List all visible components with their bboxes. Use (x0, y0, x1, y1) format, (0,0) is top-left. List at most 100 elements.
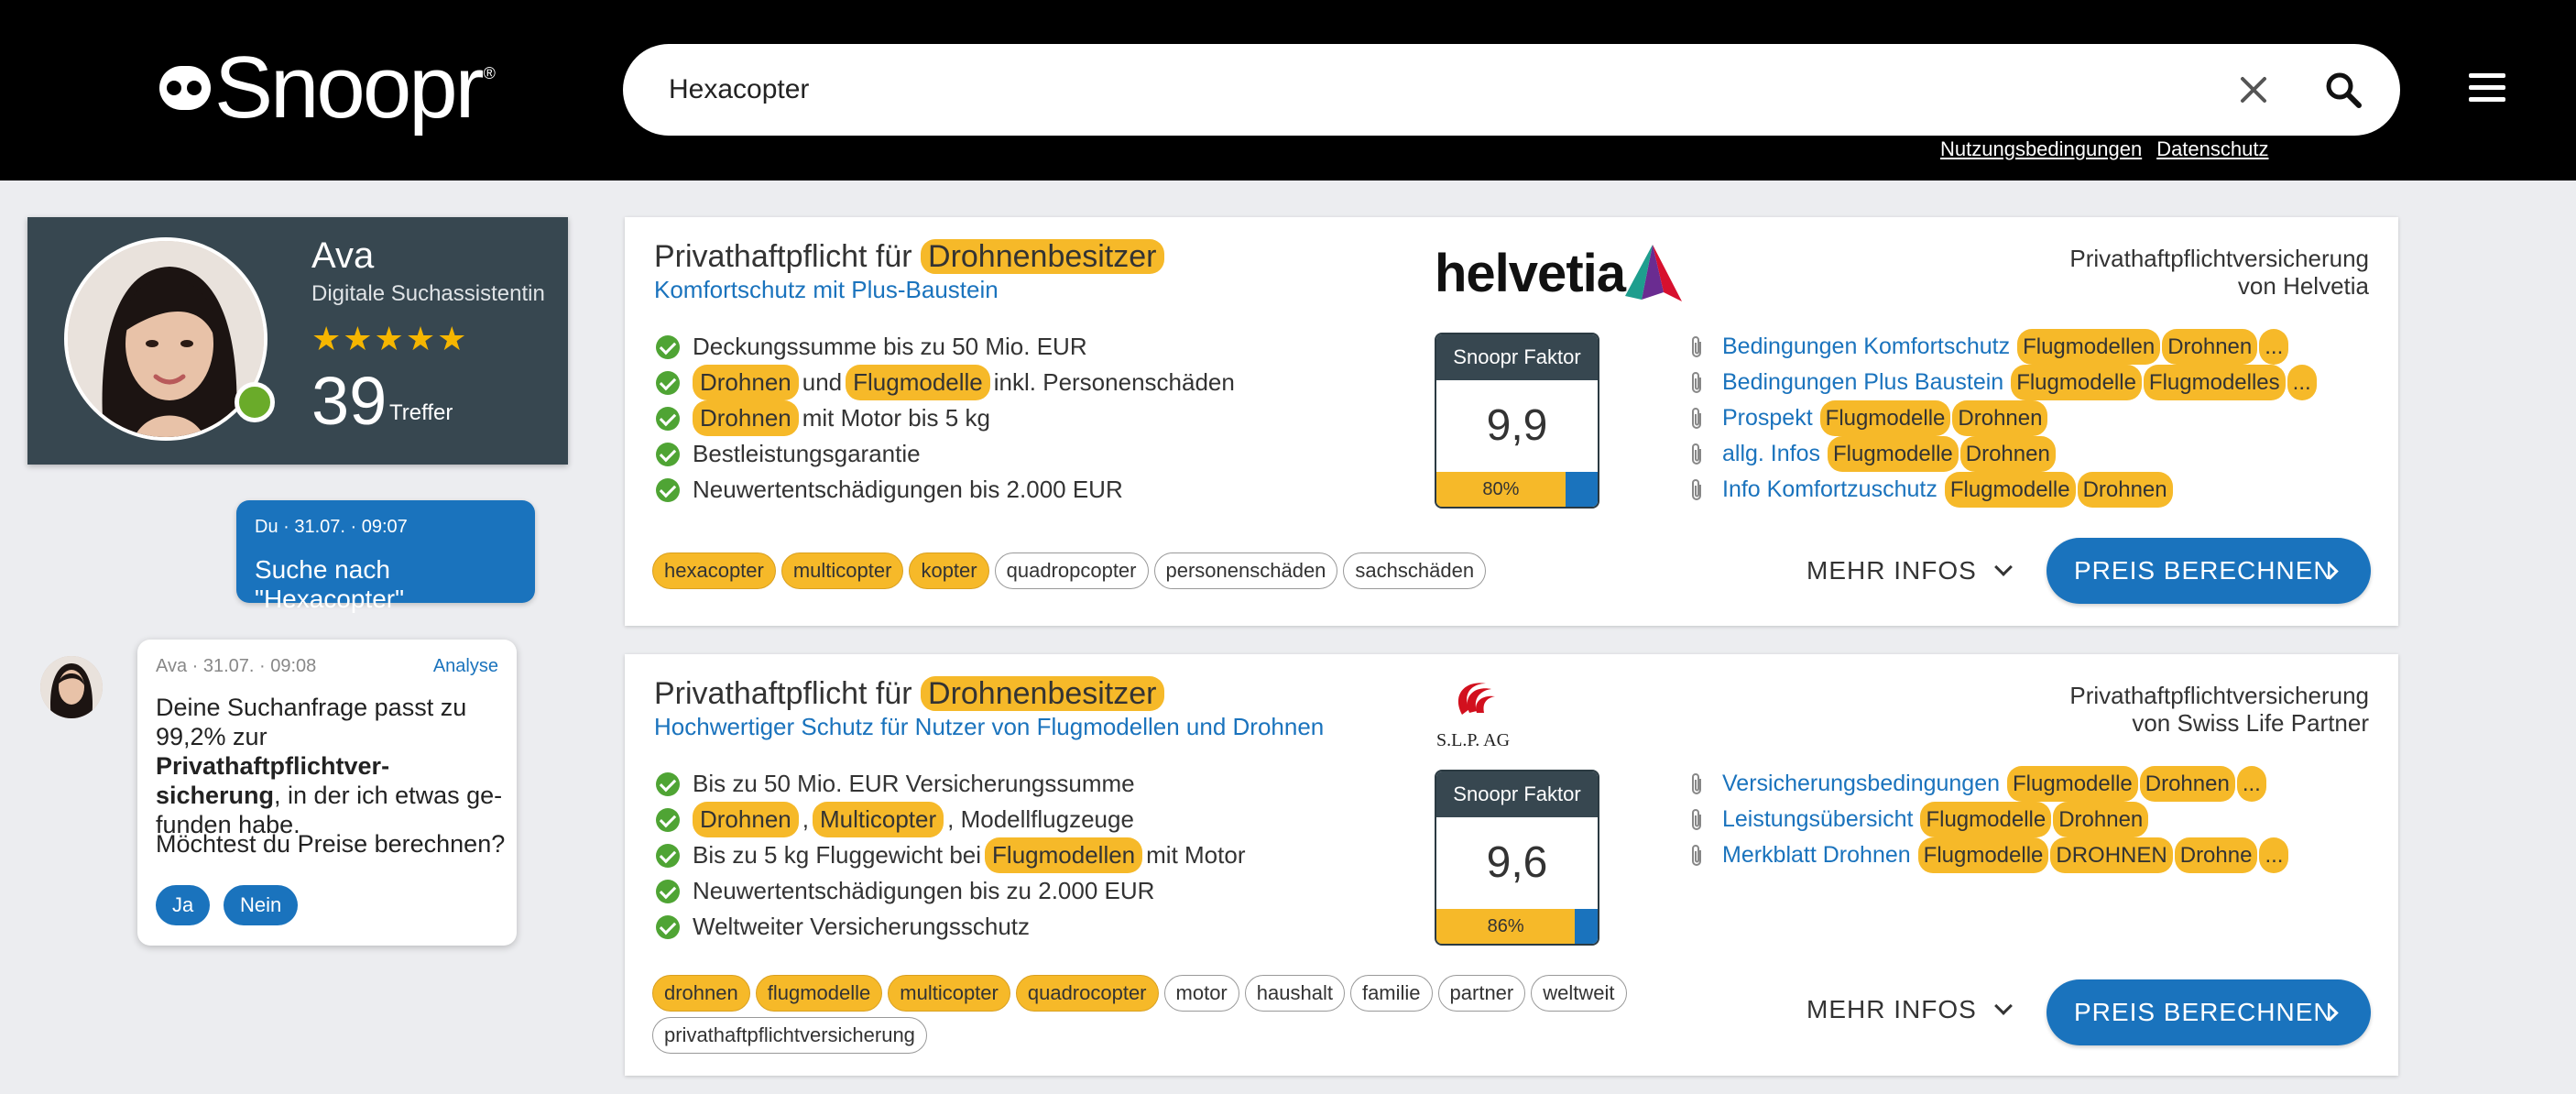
check-icon (656, 442, 680, 466)
paperclip-icon (1692, 371, 1701, 393)
document-link[interactable]: Prospekt (1722, 400, 1813, 436)
document-tag: Flugmodellen (2017, 329, 2161, 365)
feature-list: Deckungssumme bis zu 50 Mio. EUR Drohnen… (656, 329, 1235, 508)
document-link[interactable]: Versicherungsbedingungen (1722, 766, 2000, 802)
search-input[interactable] (669, 67, 2134, 113)
document-item: Prospekt Flugmodelle Drohnen (1687, 400, 2319, 436)
keyword-tag[interactable]: weltweit (1531, 975, 1627, 1012)
result-title-text: Privathaftpflicht für (654, 676, 912, 711)
yes-button[interactable]: Ja (156, 885, 211, 925)
result-subtitle[interactable]: Hochwertiger Schutz für Nutzer von Flugm… (654, 713, 1324, 741)
result-title[interactable]: Privathaftpflicht für Drohnenbesitzer (654, 239, 1164, 275)
keyword-tag[interactable]: haushalt (1244, 975, 1345, 1012)
document-tag: Flugmodelle (2011, 365, 2142, 400)
document-tag: Drohne (2174, 837, 2258, 873)
document-tag: Flugmodelles (2143, 365, 2286, 400)
feature-text: und (802, 368, 843, 396)
check-icon (656, 771, 680, 796)
keyword-tag[interactable]: drohnen (652, 975, 750, 1012)
feature-text: Bis zu 50 Mio. EUR Versicherungssumme (693, 770, 1135, 797)
more-info-button[interactable]: MEHR INFOS (1806, 556, 2013, 585)
no-button[interactable]: Nein (224, 885, 299, 925)
keyword-tag[interactable]: privathaftpflichtversicherung (652, 1017, 927, 1054)
document-item: Versicherungsbedingungen Flugmodelle Drohn… (1687, 766, 2290, 802)
hamburger-menu-icon[interactable] (2469, 73, 2505, 104)
calculate-price-button[interactable]: PREIS BERECHNEN (2047, 538, 2371, 604)
result-subtitle[interactable]: Komfortschutz mit Plus-Baustein (654, 276, 999, 304)
feature-item: Bis zu 50 Mio. EUR Versicherungssumme (656, 766, 1245, 802)
bot-message-meta: Ava · 31.07. · 09:08 (156, 656, 317, 676)
keyword-tags: hexacopter multicopter kopter quadropcop… (652, 552, 1487, 589)
feature-item: Drohnen und Flugmodelle inkl. Personenschäd… (656, 365, 1235, 400)
keyword-tag[interactable]: quadrocopter (1015, 975, 1159, 1012)
feature-text: mit Motor (1146, 841, 1246, 869)
analyse-link[interactable]: Analyse (433, 656, 498, 677)
keyword-tag[interactable]: flugmodelle (755, 975, 883, 1012)
result-title[interactable]: Privathaftpflicht für Drohnenbesitzer (654, 676, 1164, 712)
document-list: Bedingungen Komfortschutz Flugmodellen Dro… (1687, 329, 2319, 508)
keyword-tag[interactable]: quadropcopter (994, 552, 1149, 589)
search-icon[interactable] (2323, 70, 2363, 110)
check-icon (656, 879, 680, 903)
keyword-tag[interactable]: familie (1349, 975, 1433, 1012)
keyword-highlight: Flugmodellen (985, 837, 1143, 873)
document-item: Merkblatt Drohnen Flugmodelle DROHNEN Drohn… (1687, 837, 2290, 873)
snoopr-factor-label: Snoopr Faktor (1436, 771, 1598, 817)
feature-text: Weltweiter Versicherungsschutz (693, 913, 1031, 940)
keyword-tag[interactable]: multicopter (780, 552, 904, 589)
clear-icon[interactable] (2235, 71, 2272, 108)
feature-item: Weltweiter Versicherungsschutz (656, 909, 1245, 945)
privacy-link[interactable]: Datenschutz (2156, 137, 2268, 161)
calculate-price-button[interactable]: PREIS BERECHNEN (2047, 979, 2371, 1045)
snoopr-factor-label: Snoopr Faktor (1436, 334, 1598, 380)
document-tag: Flugmodelle (1920, 802, 2052, 837)
result-card: Privathaftpflicht für Drohnenbesitzer Ho… (625, 654, 2398, 1076)
feature-text: Bestleistungsgarantie (693, 440, 921, 467)
terms-link[interactable]: Nutzungsbedingungen (1940, 137, 2142, 161)
result-title-text: Privathaftpflicht für (654, 239, 912, 274)
document-tag: ... (2259, 837, 2289, 873)
feature-item: Bis zu 5 kg Fluggewicht bei Flugmodellen m… (656, 837, 1245, 873)
keyword-tag[interactable]: personenschäden (1153, 552, 1338, 589)
logo-registered-mark: ® (483, 64, 496, 82)
match-bar: 80% (1436, 472, 1598, 507)
snoopr-factor-box: Snoopr Faktor 9,9 80% (1435, 333, 1599, 509)
keyword-tag[interactable]: hexacopter (652, 552, 776, 589)
calculate-price-label: PREIS BERECHNEN (2074, 556, 2333, 585)
keyword-tag[interactable]: sachschäden (1343, 552, 1487, 589)
keyword-tag[interactable]: kopter (909, 552, 989, 589)
keyword-tag[interactable]: multicopter (888, 975, 1010, 1012)
bot-avatar (40, 656, 103, 718)
more-info-button[interactable]: MEHR INFOS (1806, 995, 2013, 1024)
document-link[interactable]: Bedingungen Plus Baustein (1722, 365, 2003, 400)
paperclip-icon (1692, 443, 1701, 465)
assistant-card: Ava Digitale Suchassistentin ★★★★★ 39 Tr… (27, 217, 568, 465)
document-link[interactable]: Info Komfortzuschutz (1722, 472, 1937, 508)
match-bar-fill: 86% (1436, 909, 1576, 944)
document-link[interactable]: Bedingungen Komfortschutz (1722, 329, 2010, 365)
snoopr-logo[interactable]: Snoopr ® (159, 42, 496, 134)
feature-item: Drohnen mit Motor bis 5 kg (656, 400, 1235, 436)
document-tag: Drohnen (2162, 329, 2258, 365)
more-info-label: MEHR INFOS (1806, 556, 1977, 585)
document-tag: Flugmodelle (1944, 472, 2076, 508)
keyword-tag[interactable]: partner (1437, 975, 1526, 1012)
paperclip-icon (1692, 335, 1701, 357)
document-link[interactable]: Leistungsübersicht (1722, 802, 1913, 837)
document-tag: Drohnen (1952, 400, 2048, 436)
header: Snoopr ® Nutzungsbedingungen Datenschutz (0, 0, 2576, 181)
document-link[interactable]: Merkblatt Drohnen (1722, 837, 1911, 873)
keyword-tag[interactable]: motor (1163, 975, 1239, 1012)
more-info-label: MEHR INFOS (1806, 995, 1977, 1023)
feature-text: inkl. Personenschäden (993, 368, 1235, 396)
document-item: Info Komfortzuschutz Flugmodelle Drohnen (1687, 472, 2319, 508)
header-links: Nutzungsbedingungen Datenschutz (1940, 137, 2268, 161)
document-tag: ... (2259, 329, 2289, 365)
keyword-highlight: Multicopter (812, 802, 944, 837)
document-tag: Flugmodelle (1828, 436, 1959, 472)
document-tag: ... (2287, 365, 2317, 400)
match-bar: 86% (1436, 909, 1598, 944)
helvetia-mark-icon (1625, 245, 1682, 301)
snoopr-factor-value: 9,6 (1486, 838, 1548, 887)
document-link[interactable]: allg. Infos (1722, 436, 1820, 472)
